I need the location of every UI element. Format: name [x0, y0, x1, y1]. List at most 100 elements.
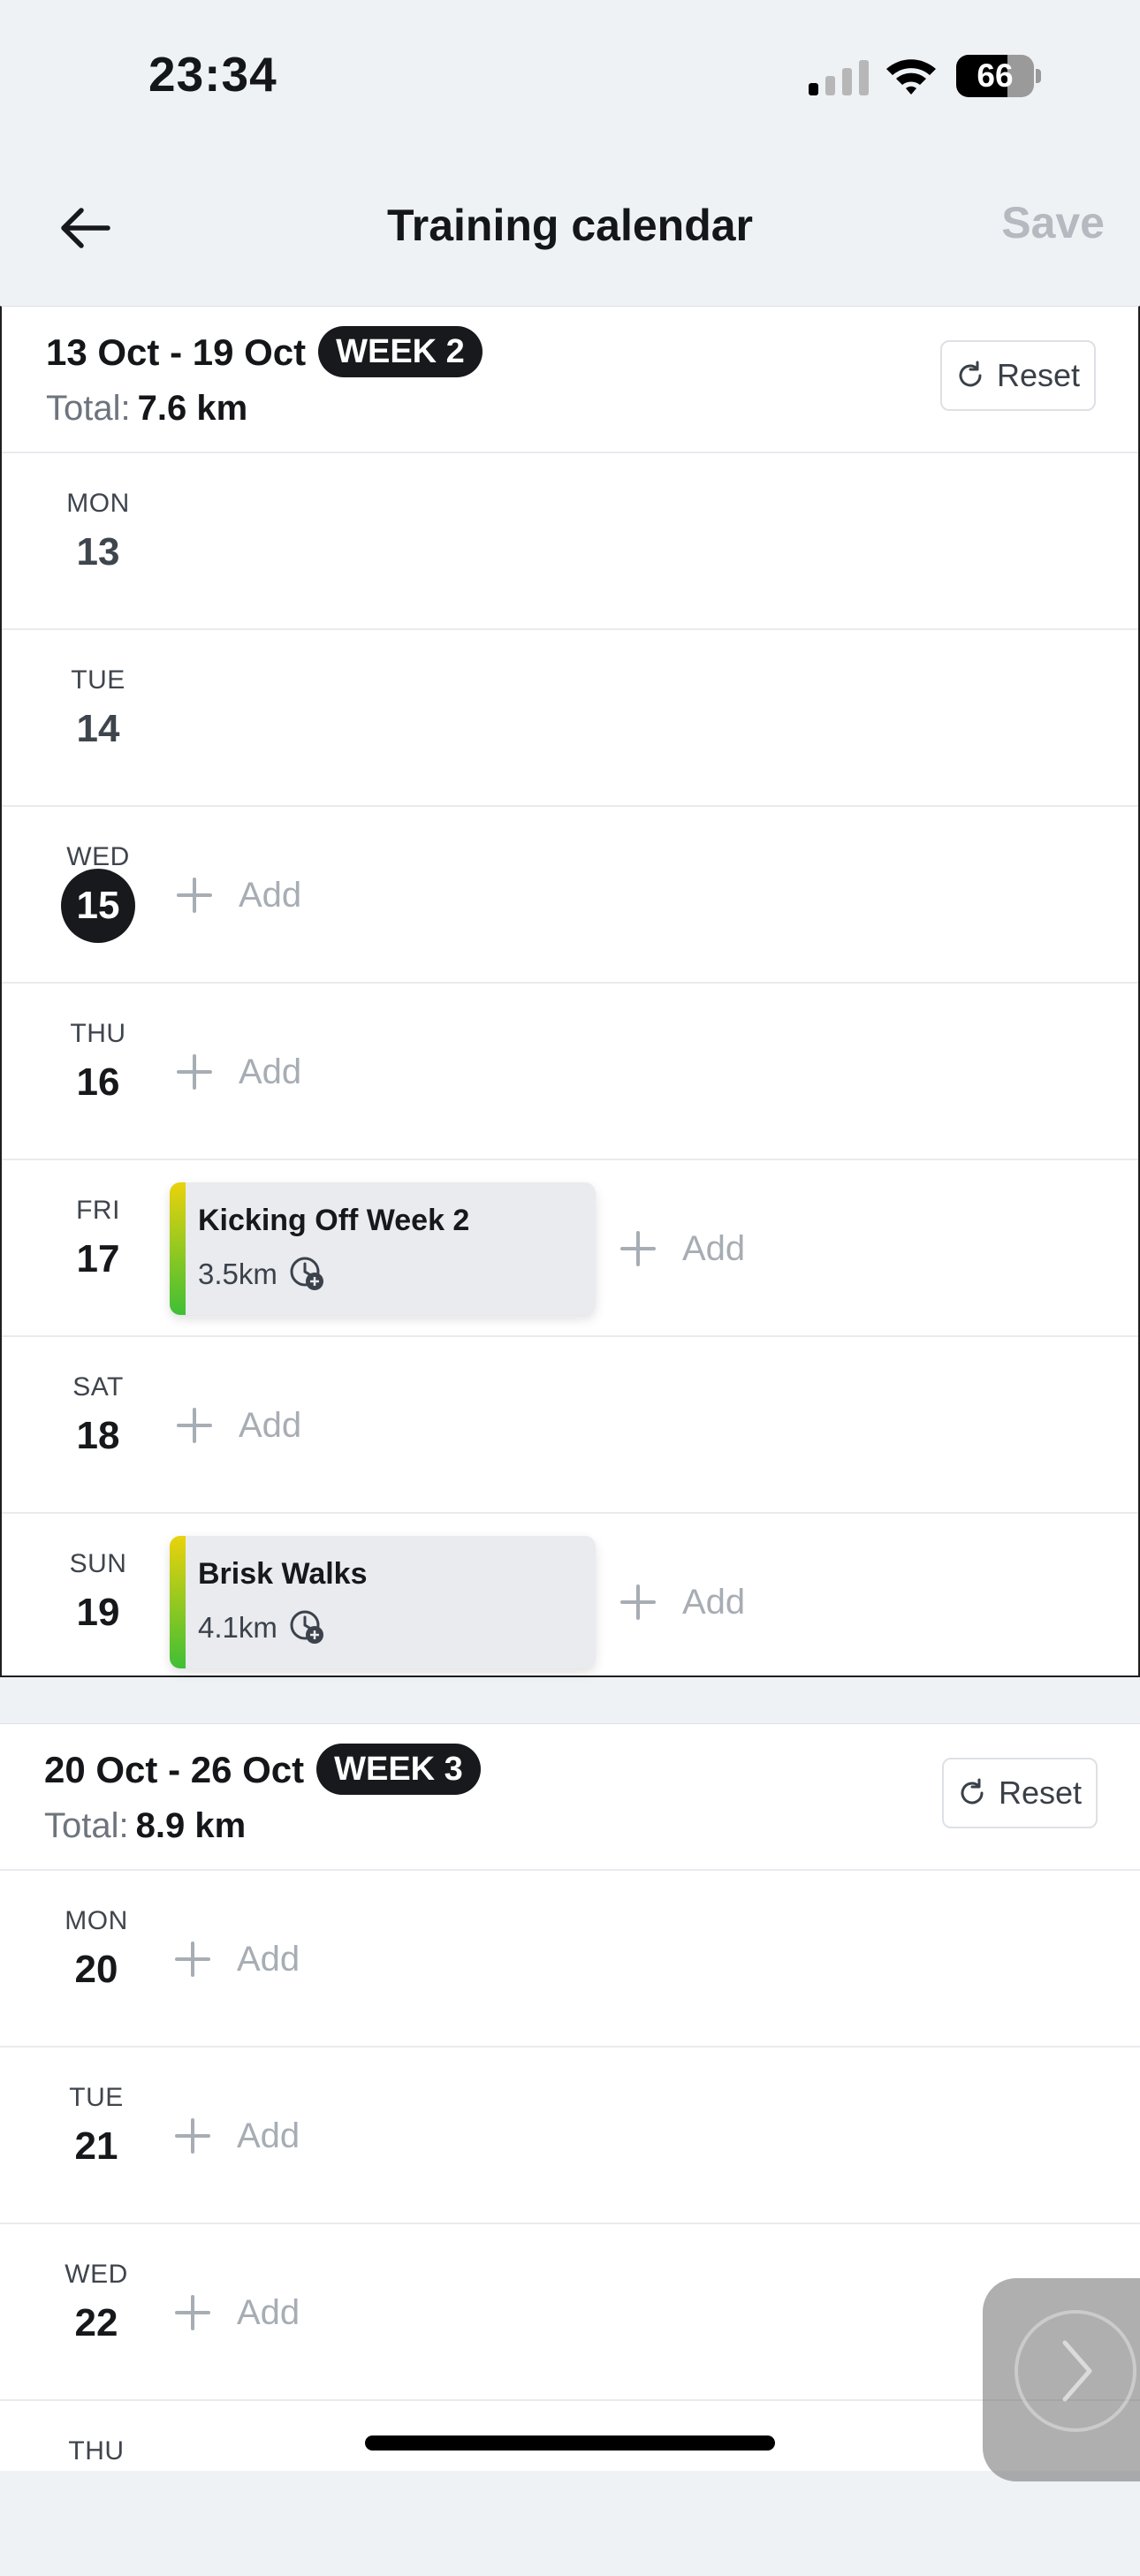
week-header: 13 Oct - 19 Oct WEEK 2 Total: 7.6 km Reset: [2, 307, 1138, 453]
workout-title: Kicking Off Week 2: [198, 1204, 470, 1237]
day-row-tue: TUE 14: [2, 630, 1138, 807]
add-label: Add: [237, 2292, 300, 2332]
add-workout-button[interactable]: Add: [175, 870, 301, 920]
next-floating-button[interactable]: [983, 2278, 1140, 2481]
add-label: Add: [239, 1052, 302, 1091]
reset-label: Reset: [998, 1774, 1082, 1811]
week-card: 13 Oct - 19 Oct WEEK 2 Total: 7.6 km Reset…: [0, 306, 1140, 1677]
refresh-icon: [959, 361, 982, 387]
week-card: 20 Oct - 26 Oct WEEK 3 Total: 8.9 km Reset…: [0, 1723, 1140, 2471]
day-row-wed: WED 15 Add: [2, 807, 1138, 984]
workout-distance-value: 3.5km: [198, 1258, 277, 1290]
week-header: 20 Oct - 26 Oct WEEK 3 Total: 8.9 km Reset: [0, 1724, 1140, 1871]
plus-icon: [177, 1054, 212, 1090]
day-number: 21: [74, 2124, 118, 2168]
day-number: 17: [76, 1237, 120, 1280]
day-row-sat: SAT 18 Add: [2, 1337, 1138, 1514]
day-name: SUN: [69, 1549, 127, 1578]
day-row-fri: FRI 17 Kicking Off Week 2 3.5km Add: [2, 1160, 1138, 1337]
add-label: Add: [237, 1939, 300, 1979]
day-number: 20: [74, 1948, 118, 1991]
add-workout-button[interactable]: Add: [175, 1401, 301, 1450]
day-number-today: 15: [61, 869, 135, 943]
day-name: SAT: [72, 1372, 124, 1402]
battery-percent: 66: [977, 57, 1014, 94]
workout-title: Brisk Walks: [198, 1557, 368, 1591]
reset-button[interactable]: Reset: [939, 340, 1096, 411]
day-name: MON: [66, 489, 130, 518]
status-time: 23:34: [148, 47, 277, 102]
add-workout-button[interactable]: Add: [619, 1577, 745, 1627]
day-row-mon: MON 20 Add: [0, 1871, 1140, 2048]
day-row-sun: SUN 19 Brisk Walks 4.1km Add: [2, 1514, 1138, 1689]
week-total: Total: 7.6 km: [46, 384, 247, 432]
clock-plus-icon: [290, 1257, 323, 1290]
plus-icon: [175, 1941, 210, 1977]
nav-bar: Training calendar Save: [0, 150, 1140, 306]
total-value: 8.9 km: [135, 1806, 247, 1845]
workout-card[interactable]: Kicking Off Week 2 3.5km: [170, 1182, 596, 1315]
wifi-icon: [886, 59, 936, 95]
workout-color-bar: [170, 1182, 186, 1315]
plus-icon: [177, 878, 212, 913]
day-name: MON: [65, 1906, 128, 1935]
day-name: WED: [66, 842, 130, 871]
plus-icon: [620, 1584, 656, 1620]
add-label: Add: [237, 2116, 300, 2155]
plus-icon: [177, 1408, 212, 1443]
total-value: 7.6 km: [137, 389, 248, 428]
day-row-thu: THU 16 Add: [2, 984, 1138, 1160]
add-workout-button[interactable]: Add: [173, 2111, 300, 2161]
day-name: TUE: [69, 2083, 124, 2112]
day-number: 22: [74, 2301, 118, 2344]
chevron-right-icon: [1015, 2310, 1136, 2432]
week-total: Total: 8.9 km: [44, 1802, 246, 1850]
total-label: Total:: [44, 1806, 129, 1845]
workout-distance: 3.5km: [198, 1255, 327, 1294]
refresh-icon: [961, 1778, 984, 1805]
back-button[interactable]: [49, 193, 120, 263]
workout-distance: 4.1km: [198, 1608, 327, 1647]
week-badge: WEEK 2: [318, 326, 483, 377]
day-name: TUE: [71, 665, 125, 695]
plus-icon: [175, 2118, 210, 2154]
workout-distance-value: 4.1km: [198, 1611, 277, 1644]
status-bar: 23:34 66: [0, 0, 1140, 150]
add-label: Add: [682, 1228, 746, 1268]
week-range: 13 Oct - 19 Oct WEEK 2: [46, 326, 483, 379]
day-row-tue: TUE 21 Add: [0, 2048, 1140, 2224]
week-range: 20 Oct - 26 Oct WEEK 3: [44, 1744, 481, 1797]
battery-icon: 66: [956, 55, 1041, 97]
add-label: Add: [682, 1582, 746, 1622]
add-label: Add: [239, 875, 302, 915]
day-row-thu: THU: [0, 2401, 1140, 2576]
workout-card[interactable]: Brisk Walks 4.1km: [170, 1536, 596, 1668]
add-workout-button[interactable]: Add: [173, 2288, 300, 2337]
plus-icon: [175, 2295, 210, 2330]
save-button[interactable]: Save: [1001, 150, 1105, 295]
day-number: 19: [76, 1591, 120, 1634]
reset-button[interactable]: Reset: [941, 1758, 1098, 1828]
workout-color-bar: [170, 1536, 186, 1668]
week-date-range: 20 Oct - 26 Oct: [44, 1749, 305, 1790]
day-row-mon: MON 13: [2, 453, 1138, 630]
day-name: WED: [65, 2260, 128, 2289]
total-label: Total:: [46, 389, 131, 428]
cellular-signal-icon: [809, 60, 869, 95]
week-date-range: 13 Oct - 19 Oct: [46, 331, 307, 373]
day-name: FRI: [76, 1196, 120, 1225]
day-name: THU: [68, 2436, 125, 2466]
page-title: Training calendar: [386, 201, 753, 250]
day-number: 18: [76, 1414, 120, 1457]
reset-label: Reset: [996, 357, 1080, 393]
add-workout-button[interactable]: Add: [619, 1224, 745, 1273]
day-number: 16: [76, 1060, 120, 1104]
plus-icon: [620, 1231, 656, 1266]
day-name: THU: [70, 1019, 126, 1048]
add-label: Add: [239, 1405, 302, 1445]
add-workout-button[interactable]: Add: [173, 1934, 300, 1984]
add-workout-button[interactable]: Add: [175, 1047, 301, 1097]
day-number: 13: [76, 530, 120, 574]
clock-plus-icon: [290, 1610, 323, 1644]
day-number: 14: [76, 707, 120, 750]
